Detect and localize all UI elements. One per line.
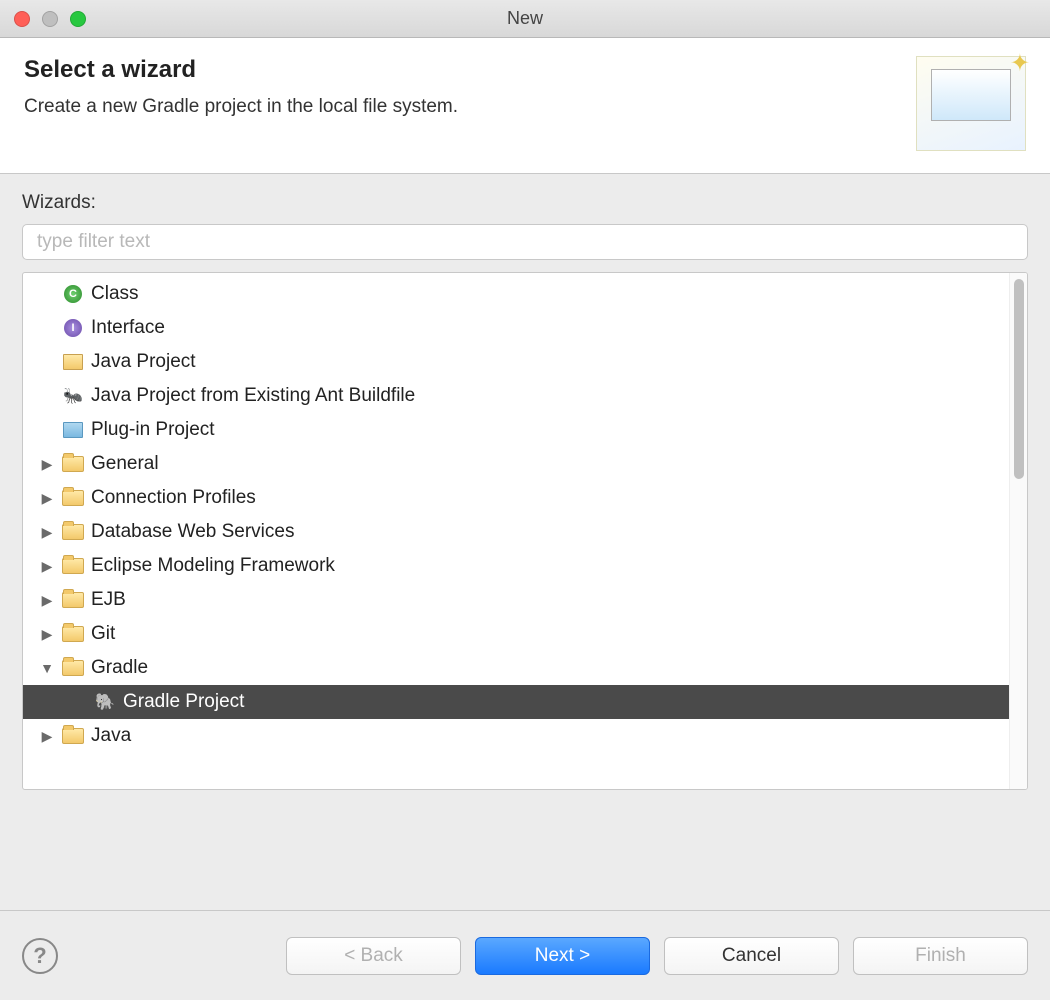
- plugin-icon: [61, 420, 85, 440]
- expand-arrow-right-icon[interactable]: ▶: [33, 626, 61, 643]
- tree-item-label: Git: [91, 623, 115, 645]
- tree-item[interactable]: 🐘 Gradle Project: [23, 685, 1009, 719]
- expand-arrow-right-icon[interactable]: ▶: [33, 592, 61, 609]
- tree-item-label: Java Project: [91, 351, 196, 373]
- folder-icon: [61, 522, 85, 542]
- class-icon: C: [61, 284, 85, 304]
- tree-item[interactable]: ▶ EJB: [23, 583, 1009, 617]
- tree-item[interactable]: ▶ Eclipse Modeling Framework: [23, 549, 1009, 583]
- wizard-tree: C Class I Interface Java Project 🐜 Java Projec…: [22, 272, 1028, 790]
- tree-item-label: Database Web Services: [91, 521, 294, 543]
- wizard-banner-icon: [916, 56, 1026, 151]
- tree-item-label: Gradle: [91, 657, 148, 679]
- ant-icon: 🐜: [61, 386, 85, 406]
- finish-button[interactable]: Finish: [853, 937, 1028, 975]
- next-button[interactable]: Next >: [475, 937, 650, 975]
- folder-icon: [61, 556, 85, 576]
- wizard-header: Select a wizard Create a new Gradle proj…: [0, 38, 1050, 174]
- tree-item[interactable]: Java Project: [23, 345, 1009, 379]
- tree-item-label: Class: [91, 283, 139, 305]
- tree-item[interactable]: ▶ General: [23, 447, 1009, 481]
- wizard-subtitle: Create a new Gradle project in the local…: [24, 96, 458, 118]
- expand-arrow-right-icon[interactable]: ▶: [33, 728, 61, 745]
- expand-arrow-right-icon[interactable]: ▶: [33, 456, 61, 473]
- gradle-icon: 🐘: [93, 692, 117, 712]
- expand-arrow-right-icon[interactable]: ▶: [33, 524, 61, 541]
- tree-item-label: EJB: [91, 589, 126, 611]
- folder-icon: [61, 454, 85, 474]
- wizard-title: Select a wizard: [24, 56, 458, 84]
- titlebar: New: [0, 0, 1050, 38]
- java-project-icon: [61, 352, 85, 372]
- tree-item[interactable]: I Interface: [23, 311, 1009, 345]
- scrollbar[interactable]: [1009, 273, 1027, 789]
- wizard-footer: ? < Back Next > Cancel Finish: [0, 910, 1050, 1000]
- help-button[interactable]: ?: [22, 938, 58, 974]
- scrollbar-thumb[interactable]: [1014, 279, 1024, 479]
- expand-arrow-down-icon[interactable]: ▼: [33, 660, 61, 676]
- filter-input[interactable]: [22, 224, 1028, 260]
- tree-item[interactable]: 🐜 Java Project from Existing Ant Buildfil…: [23, 379, 1009, 413]
- tree-item[interactable]: ▶ Java: [23, 719, 1009, 753]
- window-title: New: [0, 8, 1050, 29]
- folder-icon: [61, 658, 85, 678]
- wizard-body: Wizards: C Class I Interface Java Project 🐜 Ja…: [0, 174, 1050, 910]
- tree-item[interactable]: ▼ Gradle: [23, 651, 1009, 685]
- tree-item[interactable]: ▶ Git: [23, 617, 1009, 651]
- expand-arrow-right-icon[interactable]: ▶: [33, 490, 61, 507]
- tree-item[interactable]: ▶ Database Web Services: [23, 515, 1009, 549]
- back-button[interactable]: < Back: [286, 937, 461, 975]
- tree-scroll-area[interactable]: C Class I Interface Java Project 🐜 Java Projec…: [23, 273, 1009, 789]
- wizards-label: Wizards:: [22, 192, 1028, 214]
- tree-item-label: Java Project from Existing Ant Buildfile: [91, 385, 415, 407]
- tree-item-label: Interface: [91, 317, 165, 339]
- tree-item-label: General: [91, 453, 159, 475]
- tree-item-label: Java: [91, 725, 131, 747]
- tree-item-label: Gradle Project: [123, 691, 244, 713]
- tree-item-label: Eclipse Modeling Framework: [91, 555, 335, 577]
- interface-icon: I: [61, 318, 85, 338]
- expand-arrow-right-icon[interactable]: ▶: [33, 558, 61, 575]
- cancel-button[interactable]: Cancel: [664, 937, 839, 975]
- folder-icon: [61, 488, 85, 508]
- tree-item-label: Connection Profiles: [91, 487, 256, 509]
- tree-item[interactable]: Plug-in Project: [23, 413, 1009, 447]
- tree-item[interactable]: ▶ Connection Profiles: [23, 481, 1009, 515]
- folder-icon: [61, 590, 85, 610]
- folder-icon: [61, 624, 85, 644]
- tree-item-label: Plug-in Project: [91, 419, 215, 441]
- tree-item[interactable]: C Class: [23, 277, 1009, 311]
- folder-icon: [61, 726, 85, 746]
